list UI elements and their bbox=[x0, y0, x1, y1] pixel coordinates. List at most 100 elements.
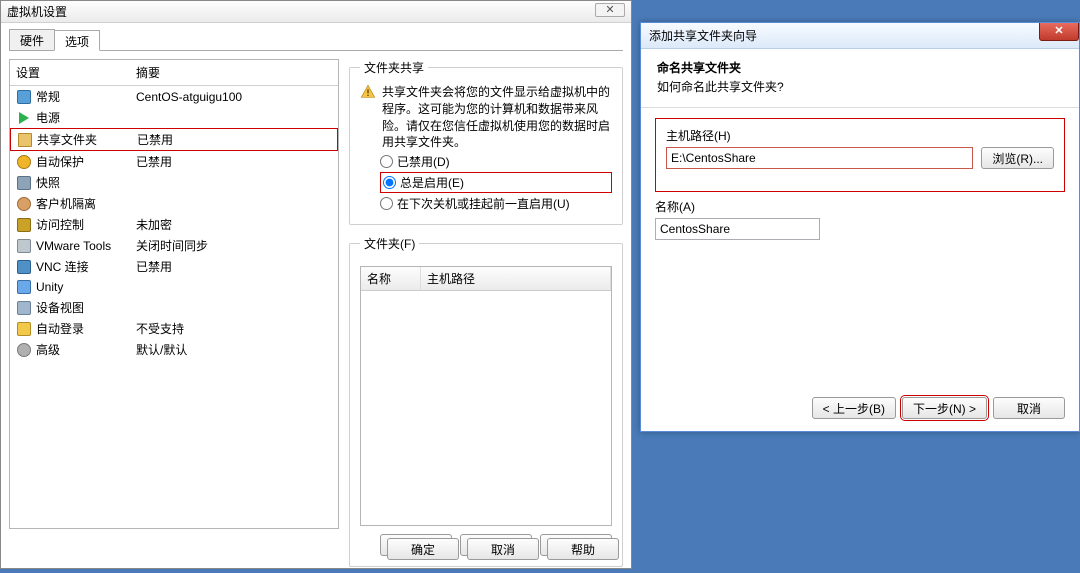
device-icon bbox=[16, 300, 32, 316]
add-shared-folder-wizard: 添加共享文件夹向导 ✕ 命名共享文件夹 如何命名此共享文件夹? 主机路径(H) … bbox=[640, 22, 1080, 432]
name-input[interactable] bbox=[655, 218, 820, 240]
folder-icon bbox=[17, 132, 33, 148]
settings-row-label: 访问控制 bbox=[36, 216, 136, 233]
th-host[interactable]: 主机路径 bbox=[421, 267, 611, 290]
gear-icon bbox=[16, 342, 32, 358]
wizard-subheading: 如何命名此共享文件夹? bbox=[657, 78, 1063, 95]
next-button[interactable]: 下一步(N) > bbox=[902, 397, 987, 419]
host-path-section: 主机路径(H) 浏览(R)... bbox=[655, 118, 1065, 192]
radio-until-input[interactable] bbox=[380, 197, 393, 210]
settings-row-自动保护[interactable]: 自动保护已禁用 bbox=[10, 151, 338, 172]
wizard-body: 主机路径(H) 浏览(R)... 名称(A) bbox=[641, 108, 1079, 260]
settings-row-label: 电源 bbox=[36, 109, 136, 126]
help-button[interactable]: 帮助 bbox=[547, 538, 619, 560]
back-button[interactable]: < 上一步(B) bbox=[812, 397, 896, 419]
settings-row-label: Unity bbox=[36, 280, 136, 294]
options-content: 设置 摘要 常规CentOS-atguigu100电源共享文件夹已禁用自动保护已… bbox=[9, 51, 623, 567]
radio-disabled[interactable]: 已禁用(D) bbox=[380, 153, 612, 170]
folders-table-head: 名称 主机路径 bbox=[361, 267, 611, 291]
settings-row-summary: CentOS-atguigu100 bbox=[136, 90, 332, 104]
settings-row-label: 自动登录 bbox=[36, 320, 136, 337]
warning-text: 共享文件夹会将您的文件显示给虚拟机中的程序。这可能为您的计算机和数据带来风险。请… bbox=[382, 84, 612, 151]
settings-row-summary: 未加密 bbox=[136, 216, 332, 233]
radio-until[interactable]: 在下次关机或挂起前一直启用(U) bbox=[380, 195, 612, 212]
folder-sharing-group: 文件夹共享 共享文件夹会将您的文件显示给虚拟机中的程序。这可能为您的计算机和数据… bbox=[349, 59, 623, 225]
wizard-buttons: < 上一步(B) 下一步(N) > 取消 bbox=[812, 397, 1065, 419]
host-path-field: 主机路径(H) 浏览(R)... bbox=[666, 127, 1054, 169]
settings-row-设备视图[interactable]: 设备视图 bbox=[10, 297, 338, 318]
vnc-icon bbox=[16, 259, 32, 275]
wizard-cancel-button[interactable]: 取消 bbox=[993, 397, 1065, 419]
vm-settings-dialog: 虚拟机设置 ✕ 硬件 选项 设置 摘要 常规CentOS-atguigu100电… bbox=[0, 0, 632, 569]
shield-icon bbox=[16, 154, 32, 170]
settings-row-summary: 默认/默认 bbox=[136, 341, 332, 358]
wizard-header: 命名共享文件夹 如何命名此共享文件夹? bbox=[641, 49, 1079, 108]
wizard-title: 添加共享文件夹向导 bbox=[649, 27, 757, 44]
folders-group: 文件夹(F) 名称 主机路径 添加(A)... 移除(R) 属性(P) bbox=[349, 235, 623, 567]
detail-panel: 文件夹共享 共享文件夹会将您的文件显示给虚拟机中的程序。这可能为您的计算机和数据… bbox=[349, 59, 623, 567]
wizard-heading: 命名共享文件夹 bbox=[657, 59, 1063, 76]
folders-table: 名称 主机路径 bbox=[360, 266, 612, 526]
wizard-titlebar: 添加共享文件夹向导 ✕ bbox=[641, 23, 1079, 49]
titlebar: 虚拟机设置 ✕ bbox=[1, 1, 631, 23]
tools-icon bbox=[16, 238, 32, 254]
settings-row-自动登录[interactable]: 自动登录不受支持 bbox=[10, 318, 338, 339]
settings-row-summary: 已禁用 bbox=[137, 131, 331, 148]
unity-icon bbox=[16, 279, 32, 295]
settings-row-高级[interactable]: 高级默认/默认 bbox=[10, 339, 338, 360]
browse-button[interactable]: 浏览(R)... bbox=[981, 147, 1054, 169]
host-path-label: 主机路径(H) bbox=[666, 127, 1054, 144]
settings-row-summary: 已禁用 bbox=[136, 153, 332, 170]
settings-row-label: VMware Tools bbox=[36, 239, 136, 253]
col-setting: 设置 bbox=[16, 64, 136, 81]
settings-row-label: VNC 连接 bbox=[36, 258, 136, 275]
settings-row-客户机隔离[interactable]: 客户机隔离 bbox=[10, 193, 338, 214]
name-label: 名称(A) bbox=[655, 198, 1065, 215]
settings-row-label: 设备视图 bbox=[36, 299, 136, 316]
settings-row-label: 高级 bbox=[36, 341, 136, 358]
close-icon[interactable]: ✕ bbox=[595, 3, 625, 17]
camera-icon bbox=[16, 175, 32, 191]
tab-strip: 硬件 选项 bbox=[9, 29, 623, 51]
radio-always[interactable]: 总是启用(E) bbox=[380, 172, 612, 193]
settings-row-summary: 关闭时间同步 bbox=[136, 237, 332, 254]
dialog-buttons: 确定 取消 帮助 bbox=[387, 538, 619, 560]
settings-row-常规[interactable]: 常规CentOS-atguigu100 bbox=[10, 86, 338, 107]
settings-row-共享文件夹[interactable]: 共享文件夹已禁用 bbox=[10, 128, 338, 151]
settings-row-快照[interactable]: 快照 bbox=[10, 172, 338, 193]
folders-legend: 文件夹(F) bbox=[360, 235, 419, 252]
radio-always-input[interactable] bbox=[383, 176, 396, 189]
settings-row-电源[interactable]: 电源 bbox=[10, 107, 338, 128]
users-icon bbox=[16, 196, 32, 212]
tab-hardware[interactable]: 硬件 bbox=[9, 29, 55, 50]
settings-list-panel: 设置 摘要 常规CentOS-atguigu100电源共享文件夹已禁用自动保护已… bbox=[9, 59, 339, 529]
settings-row-summary: 已禁用 bbox=[136, 258, 332, 275]
settings-row-label: 客户机隔离 bbox=[36, 195, 136, 212]
folders-table-body bbox=[361, 291, 611, 525]
tab-options[interactable]: 选项 bbox=[54, 30, 100, 51]
radio-always-label: 总是启用(E) bbox=[400, 174, 464, 191]
settings-list-header: 设置 摘要 bbox=[10, 60, 338, 86]
close-icon[interactable]: ✕ bbox=[1039, 23, 1079, 41]
radio-until-label: 在下次关机或挂起前一直启用(U) bbox=[397, 195, 570, 212]
col-summary: 摘要 bbox=[136, 64, 332, 81]
login-icon bbox=[16, 321, 32, 337]
cancel-button[interactable]: 取消 bbox=[467, 538, 539, 560]
settings-row-VMware Tools[interactable]: VMware Tools关闭时间同步 bbox=[10, 235, 338, 256]
ok-button[interactable]: 确定 bbox=[387, 538, 459, 560]
window-title: 虚拟机设置 bbox=[7, 3, 67, 20]
key-icon bbox=[16, 217, 32, 233]
th-name[interactable]: 名称 bbox=[361, 267, 421, 290]
warning-icon bbox=[360, 84, 376, 100]
host-path-input[interactable] bbox=[666, 147, 973, 169]
settings-row-访问控制[interactable]: 访问控制未加密 bbox=[10, 214, 338, 235]
dialog-body: 硬件 选项 设置 摘要 常规CentOS-atguigu100电源共享文件夹已禁… bbox=[1, 23, 631, 573]
warning-row: 共享文件夹会将您的文件显示给虚拟机中的程序。这可能为您的计算机和数据带来风险。请… bbox=[360, 84, 612, 151]
name-field: 名称(A) bbox=[655, 198, 1065, 240]
settings-row-Unity[interactable]: Unity bbox=[10, 277, 338, 297]
settings-row-summary: 不受支持 bbox=[136, 320, 332, 337]
play-icon bbox=[16, 110, 32, 126]
radio-disabled-input[interactable] bbox=[380, 155, 393, 168]
settings-row-VNC 连接[interactable]: VNC 连接已禁用 bbox=[10, 256, 338, 277]
settings-row-label: 常规 bbox=[36, 88, 136, 105]
